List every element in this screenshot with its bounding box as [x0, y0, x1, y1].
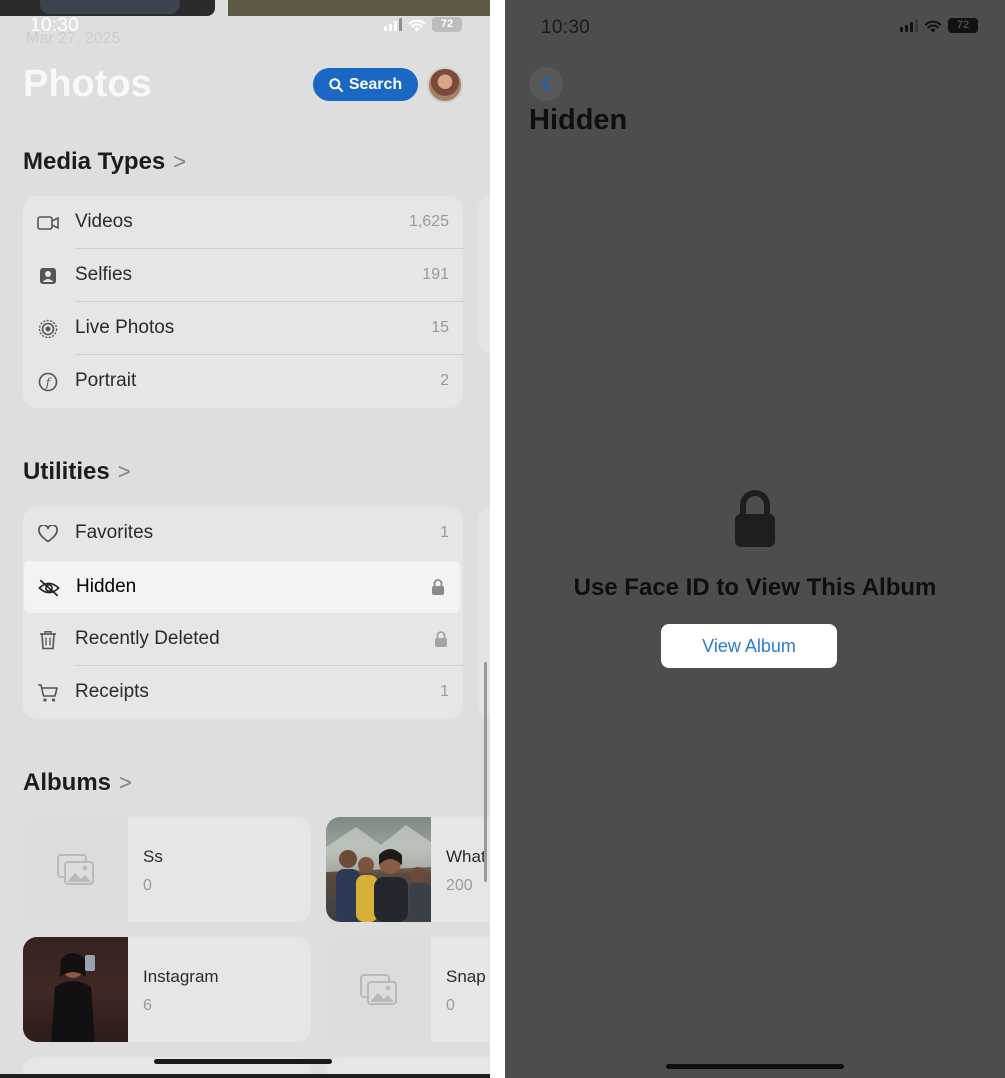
svg-text:f: f [45, 376, 53, 390]
live-photo-icon [37, 318, 59, 340]
list-item-label: Videos [75, 211, 133, 232]
album-placeholder-thumb [326, 937, 431, 1042]
section-title: Media Types [23, 148, 166, 175]
list-item-label: Recently Deleted [75, 628, 220, 649]
lock-icon [435, 631, 447, 647]
list-item-count: 1 [440, 683, 449, 700]
album-name: What [446, 847, 486, 866]
list-item-videos[interactable]: Videos 1,625 [23, 196, 463, 249]
next-column-card [478, 196, 490, 354]
utilities-list: Favorites 1 Hidden Recently Deleted Rece… [23, 507, 463, 719]
list-item-count: 1 [440, 524, 449, 541]
chevron-right-icon: > [117, 459, 131, 484]
chevron-right-icon: > [119, 770, 132, 795]
eye-slash-icon [38, 577, 60, 599]
home-indicator[interactable] [666, 1064, 844, 1069]
list-item-label: Receipts [75, 681, 149, 702]
back-button[interactable] [529, 67, 563, 101]
album-card-whatsapp[interactable]: What 200 [326, 817, 490, 922]
list-item-label: Favorites [75, 522, 154, 543]
album-photo-thumb [326, 817, 431, 922]
screen-edge [0, 1074, 490, 1078]
list-item-count: 191 [422, 266, 449, 283]
cart-icon [37, 682, 59, 704]
view-album-button[interactable]: View Album [661, 624, 837, 668]
list-item-hidden[interactable]: Hidden [24, 561, 460, 613]
list-item-count: 2 [440, 372, 449, 389]
battery-icon: 72 [948, 18, 978, 33]
albums-header[interactable]: Albums > [23, 769, 132, 797]
media-types-header[interactable]: Media Types > [23, 148, 186, 176]
home-indicator[interactable] [154, 1059, 332, 1064]
album-name: Instagram [143, 967, 219, 986]
album-card-snapchat[interactable]: Snap 0 [326, 937, 490, 1042]
battery-icon: 72 [432, 17, 462, 32]
album-card-instagram[interactable]: Instagram 6 [23, 937, 311, 1042]
media-types-list: Videos 1,625 Selfies 191 Live Photos 15 … [23, 196, 463, 408]
section-title: Albums [23, 769, 112, 796]
page-title: Hidden [529, 104, 628, 136]
portrait-icon: f [37, 371, 59, 393]
avatar[interactable] [427, 67, 463, 103]
chevron-right-icon: > [173, 149, 187, 174]
wifi-icon [924, 20, 942, 32]
list-item-selfies[interactable]: Selfies 191 [23, 249, 463, 302]
mirror-selfie-photo [23, 937, 128, 1042]
heart-icon [37, 523, 59, 545]
face-id-message: Use Face ID to View This Album [573, 574, 937, 601]
list-item-count: 15 [431, 319, 449, 336]
status-date: Mar 27, 2025 [26, 30, 121, 47]
signal-icon [900, 19, 918, 32]
status-icons: 72 [900, 18, 978, 33]
chevron-left-icon [541, 75, 551, 93]
wifi-icon [408, 19, 426, 31]
photos-library-screen: 10:30 Mar 27, 2025 72 Photos Search Medi… [0, 0, 490, 1078]
list-item-live-photos[interactable]: Live Photos 15 [23, 302, 463, 355]
search-label: Search [348, 75, 403, 93]
album-count: 0 [446, 997, 455, 1014]
album-count: 6 [143, 997, 152, 1014]
signal-icon [384, 18, 402, 31]
lock-icon [432, 579, 444, 595]
search-button[interactable]: Search [313, 68, 418, 101]
list-item-portrait[interactable]: f Portrait 2 [23, 355, 463, 408]
list-item-receipts[interactable]: Receipts 1 [23, 666, 463, 719]
lock-icon [735, 490, 775, 547]
status-time: 10:30 [541, 17, 591, 38]
album-photo-thumb [23, 937, 128, 1042]
album-count: 200 [446, 877, 473, 894]
status-icons: 72 [384, 17, 462, 32]
list-item-label: Portrait [75, 370, 137, 391]
video-icon [37, 212, 59, 234]
trash-icon [37, 629, 59, 651]
album-count: 0 [143, 877, 152, 894]
list-item-favorites[interactable]: Favorites 1 [23, 507, 463, 560]
group-selfie-photo [326, 825, 431, 922]
album-name: Snap [446, 967, 486, 986]
list-item-label: Hidden [76, 576, 137, 597]
photo-stack-icon [56, 853, 94, 885]
search-icon [329, 77, 343, 92]
album-name: Ss [143, 847, 163, 866]
list-item-count: 1,625 [408, 213, 449, 230]
album-placeholder-thumb [23, 817, 128, 922]
list-item-label: Selfies [75, 264, 133, 285]
list-item-label: Live Photos [75, 317, 175, 338]
utilities-header[interactable]: Utilities > [23, 458, 131, 486]
album-card-ss[interactable]: Ss 0 [23, 817, 311, 922]
page-title: Photos [23, 63, 152, 105]
section-title: Utilities [23, 458, 110, 485]
selfie-icon [37, 265, 59, 287]
photo-stack-icon [359, 973, 397, 1005]
scrollbar[interactable] [484, 662, 487, 882]
hidden-album-screen: 10:30 72 Hidden Use Face ID to View This… [505, 0, 1005, 1078]
list-item-recently-deleted[interactable]: Recently Deleted [23, 613, 463, 666]
